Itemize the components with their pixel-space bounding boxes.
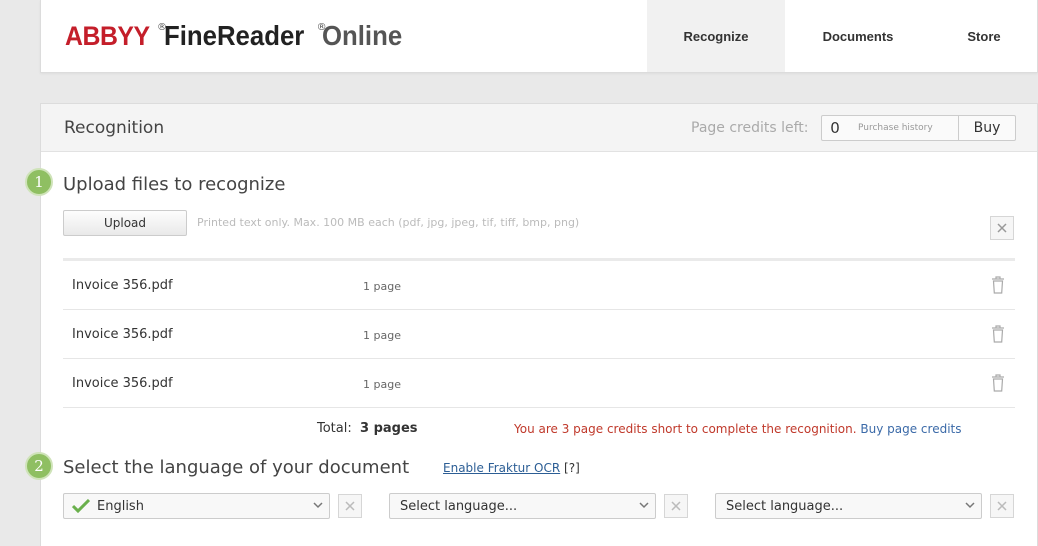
- clear-files-button[interactable]: [990, 216, 1014, 240]
- main-nav: Recognize Documents Store: [647, 0, 1037, 72]
- language-select-2[interactable]: Select language...: [389, 493, 656, 519]
- file-page-count: 1 page: [363, 329, 401, 342]
- step-1-badge: 1: [25, 168, 53, 196]
- warning-text: You are 3 page credits short to complete…: [514, 422, 857, 436]
- enable-fraktur-link[interactable]: Enable Fraktur OCR: [443, 461, 560, 475]
- file-name: Invoice 356.pdf: [72, 278, 173, 293]
- language-select-3[interactable]: Select language...: [715, 493, 982, 519]
- upload-section-title: Upload files to recognize: [63, 174, 286, 195]
- trash-icon[interactable]: [991, 276, 1005, 294]
- logo-brand: ABBYY: [65, 21, 150, 51]
- remove-language-1-button[interactable]: [338, 494, 362, 518]
- credits-count: 0: [830, 119, 840, 137]
- step-2-badge: 2: [25, 452, 53, 480]
- abbyy-finereader-logo[interactable]: ABBYY ® FineReader ® Online: [65, 20, 409, 54]
- file-row: Invoice 356.pdf 1 page: [63, 359, 1015, 408]
- trash-icon[interactable]: [991, 325, 1005, 343]
- credits-widget: 0 Purchase history Buy: [821, 115, 1016, 141]
- app-header: ABBYY ® FineReader ® Online Recognize Docu…: [40, 0, 1038, 73]
- buy-button[interactable]: Buy: [958, 116, 1015, 140]
- file-row: Invoice 356.pdf 1 page: [63, 310, 1015, 359]
- total-label: Total:: [317, 421, 352, 436]
- remove-language-3-button[interactable]: [990, 494, 1014, 518]
- tab-recognize[interactable]: Recognize: [647, 0, 785, 72]
- logo-suffix: Online: [321, 20, 402, 51]
- total-pages: 3 pages: [360, 421, 418, 436]
- close-icon: [671, 501, 681, 511]
- language-select-1[interactable]: English: [63, 493, 330, 519]
- page-title: Recognition: [64, 118, 165, 138]
- upload-hint: Printed text only. Max. 100 MB each (pdf…: [197, 216, 580, 229]
- language-select-value: Select language...: [400, 498, 518, 514]
- language-select-value: Select language...: [726, 498, 844, 514]
- file-page-count: 1 page: [363, 378, 401, 391]
- language-section-title: Select the language of your document: [63, 457, 410, 478]
- file-name: Invoice 356.pdf: [72, 327, 173, 342]
- tab-documents[interactable]: Documents: [785, 0, 931, 72]
- fraktur-help-link[interactable]: [?]: [564, 461, 580, 475]
- close-icon: [997, 223, 1007, 233]
- close-icon: [997, 501, 1007, 511]
- trash-icon[interactable]: [991, 374, 1005, 392]
- file-list: Invoice 356.pdf 1 page Invoice 356.pdf 1…: [63, 258, 1015, 408]
- chevron-down-icon: [313, 502, 323, 509]
- logo-product: FineReader: [164, 20, 305, 51]
- file-row: Invoice 356.pdf 1 page: [63, 261, 1015, 310]
- language-select-value: English: [97, 498, 144, 514]
- credits-warning: You are 3 page credits short to complete…: [514, 422, 962, 436]
- file-name: Invoice 356.pdf: [72, 376, 173, 391]
- file-page-count: 1 page: [363, 280, 401, 293]
- close-icon: [345, 501, 355, 511]
- chevron-down-icon: [965, 502, 975, 509]
- fraktur-option: Enable Fraktur OCR [?]: [443, 461, 580, 475]
- purchase-history-link[interactable]: Purchase history: [848, 123, 958, 133]
- check-icon: [72, 499, 90, 513]
- tab-store[interactable]: Store: [931, 0, 1037, 72]
- remove-language-2-button[interactable]: [664, 494, 688, 518]
- chevron-down-icon: [639, 502, 649, 509]
- buy-page-credits-link[interactable]: Buy page credits: [860, 422, 961, 436]
- panel-header: Recognition Page credits left: 0 Purchas…: [41, 104, 1037, 152]
- upload-button[interactable]: Upload: [63, 210, 187, 236]
- credits-label: Page credits left:: [691, 120, 809, 136]
